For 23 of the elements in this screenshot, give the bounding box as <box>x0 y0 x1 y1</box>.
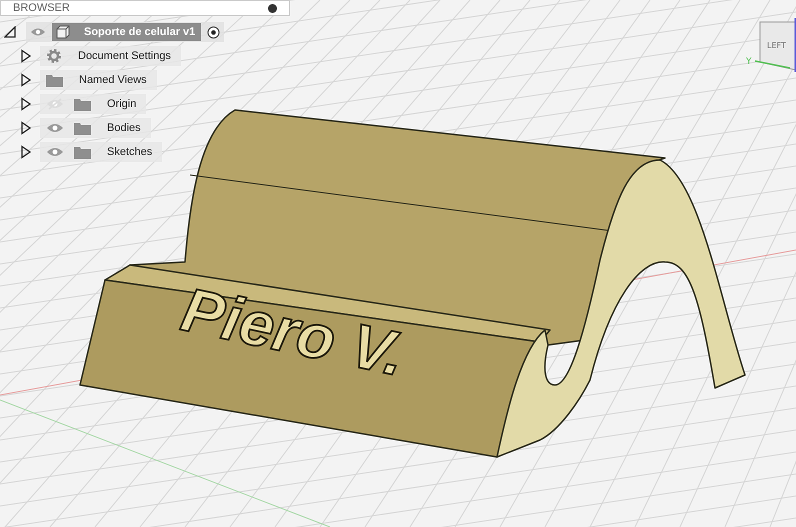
folder-icon <box>74 98 91 110</box>
activate-radio-icon[interactable] <box>207 26 220 38</box>
tree-item-label[interactable]: Origin <box>101 98 136 110</box>
collapsed-triangle-icon[interactable] <box>20 73 32 87</box>
panel-title: BROWSER <box>13 2 70 14</box>
settings-icon <box>46 48 62 64</box>
collapsed-triangle-icon[interactable] <box>20 121 32 135</box>
folder-icon <box>46 74 63 86</box>
folder-icon <box>74 122 91 134</box>
collapsed-triangle-icon[interactable] <box>20 97 32 111</box>
expanded-triangle-icon[interactable] <box>4 26 16 38</box>
y-axis-line <box>754 60 790 69</box>
eye-icon[interactable] <box>46 122 64 134</box>
collapsed-triangle-icon[interactable] <box>20 49 32 63</box>
view-cube-face-label: LEFT <box>767 41 786 50</box>
eye-icon[interactable] <box>30 27 46 37</box>
cube-icon <box>56 25 70 39</box>
view-cube <box>760 18 796 72</box>
axis-label: Y <box>746 57 752 67</box>
eye-icon[interactable] <box>46 146 64 158</box>
folder-icon <box>74 146 91 158</box>
collapsed-triangle-icon[interactable] <box>20 145 32 159</box>
embossed-model-text: Piero V. <box>176 275 410 390</box>
